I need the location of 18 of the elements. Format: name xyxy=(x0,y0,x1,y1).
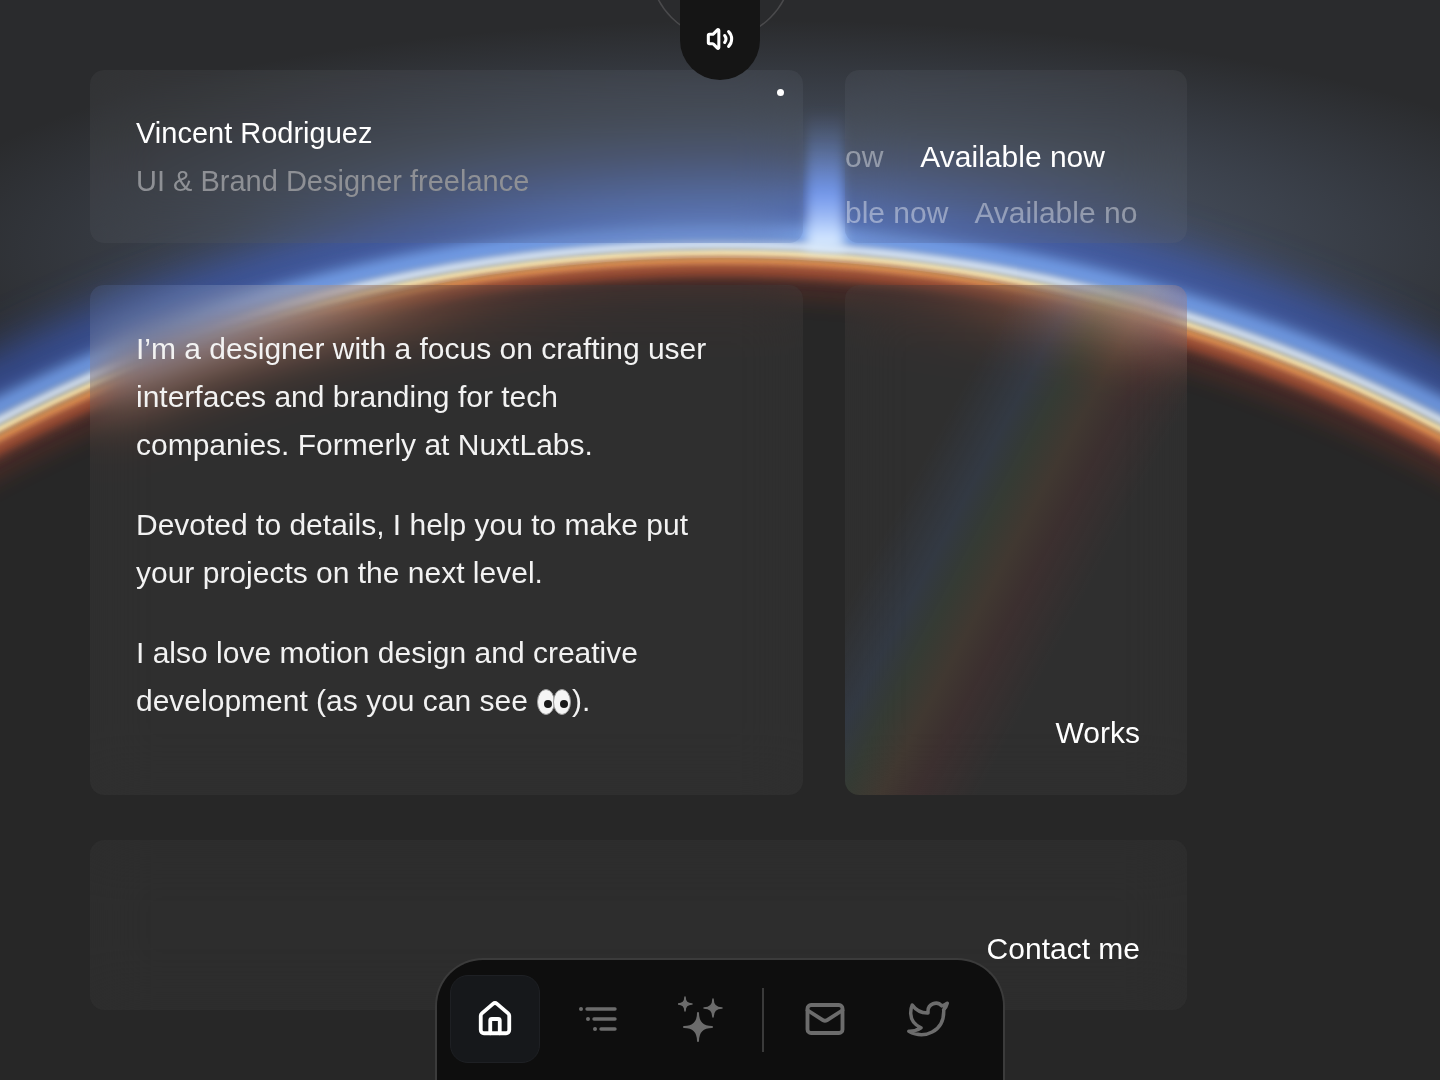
home-button[interactable] xyxy=(450,975,540,1063)
sparkles-icon xyxy=(678,996,724,1042)
marquee-text: ow xyxy=(845,139,884,175)
home-icon xyxy=(476,1000,514,1038)
contact-link[interactable]: Contact me xyxy=(986,931,1140,967)
marquee-text: ble now xyxy=(845,195,949,231)
about-text: I also love motion design and creative development (as you can see ). xyxy=(136,635,639,719)
about-text: Devoted to details, I help you to make put your projects on the next level. xyxy=(136,507,689,591)
marquee-text: Available no xyxy=(974,195,1138,231)
list-icon xyxy=(579,1006,617,1032)
bird-icon xyxy=(907,998,949,1040)
works-link[interactable]: Works xyxy=(1055,713,1140,753)
role-text: UI & Brand Designer freelance xyxy=(136,164,530,199)
name-heading: Vincent Rodriguez xyxy=(136,116,373,151)
availability-status: Available now xyxy=(920,139,1105,175)
about-text: I’m a designer with a focus on crafting user interfaces and branding for tech companies. Formerly at NuxtLabs. xyxy=(136,331,708,463)
eyes-icon xyxy=(535,688,572,716)
speaker-icon xyxy=(706,25,734,53)
